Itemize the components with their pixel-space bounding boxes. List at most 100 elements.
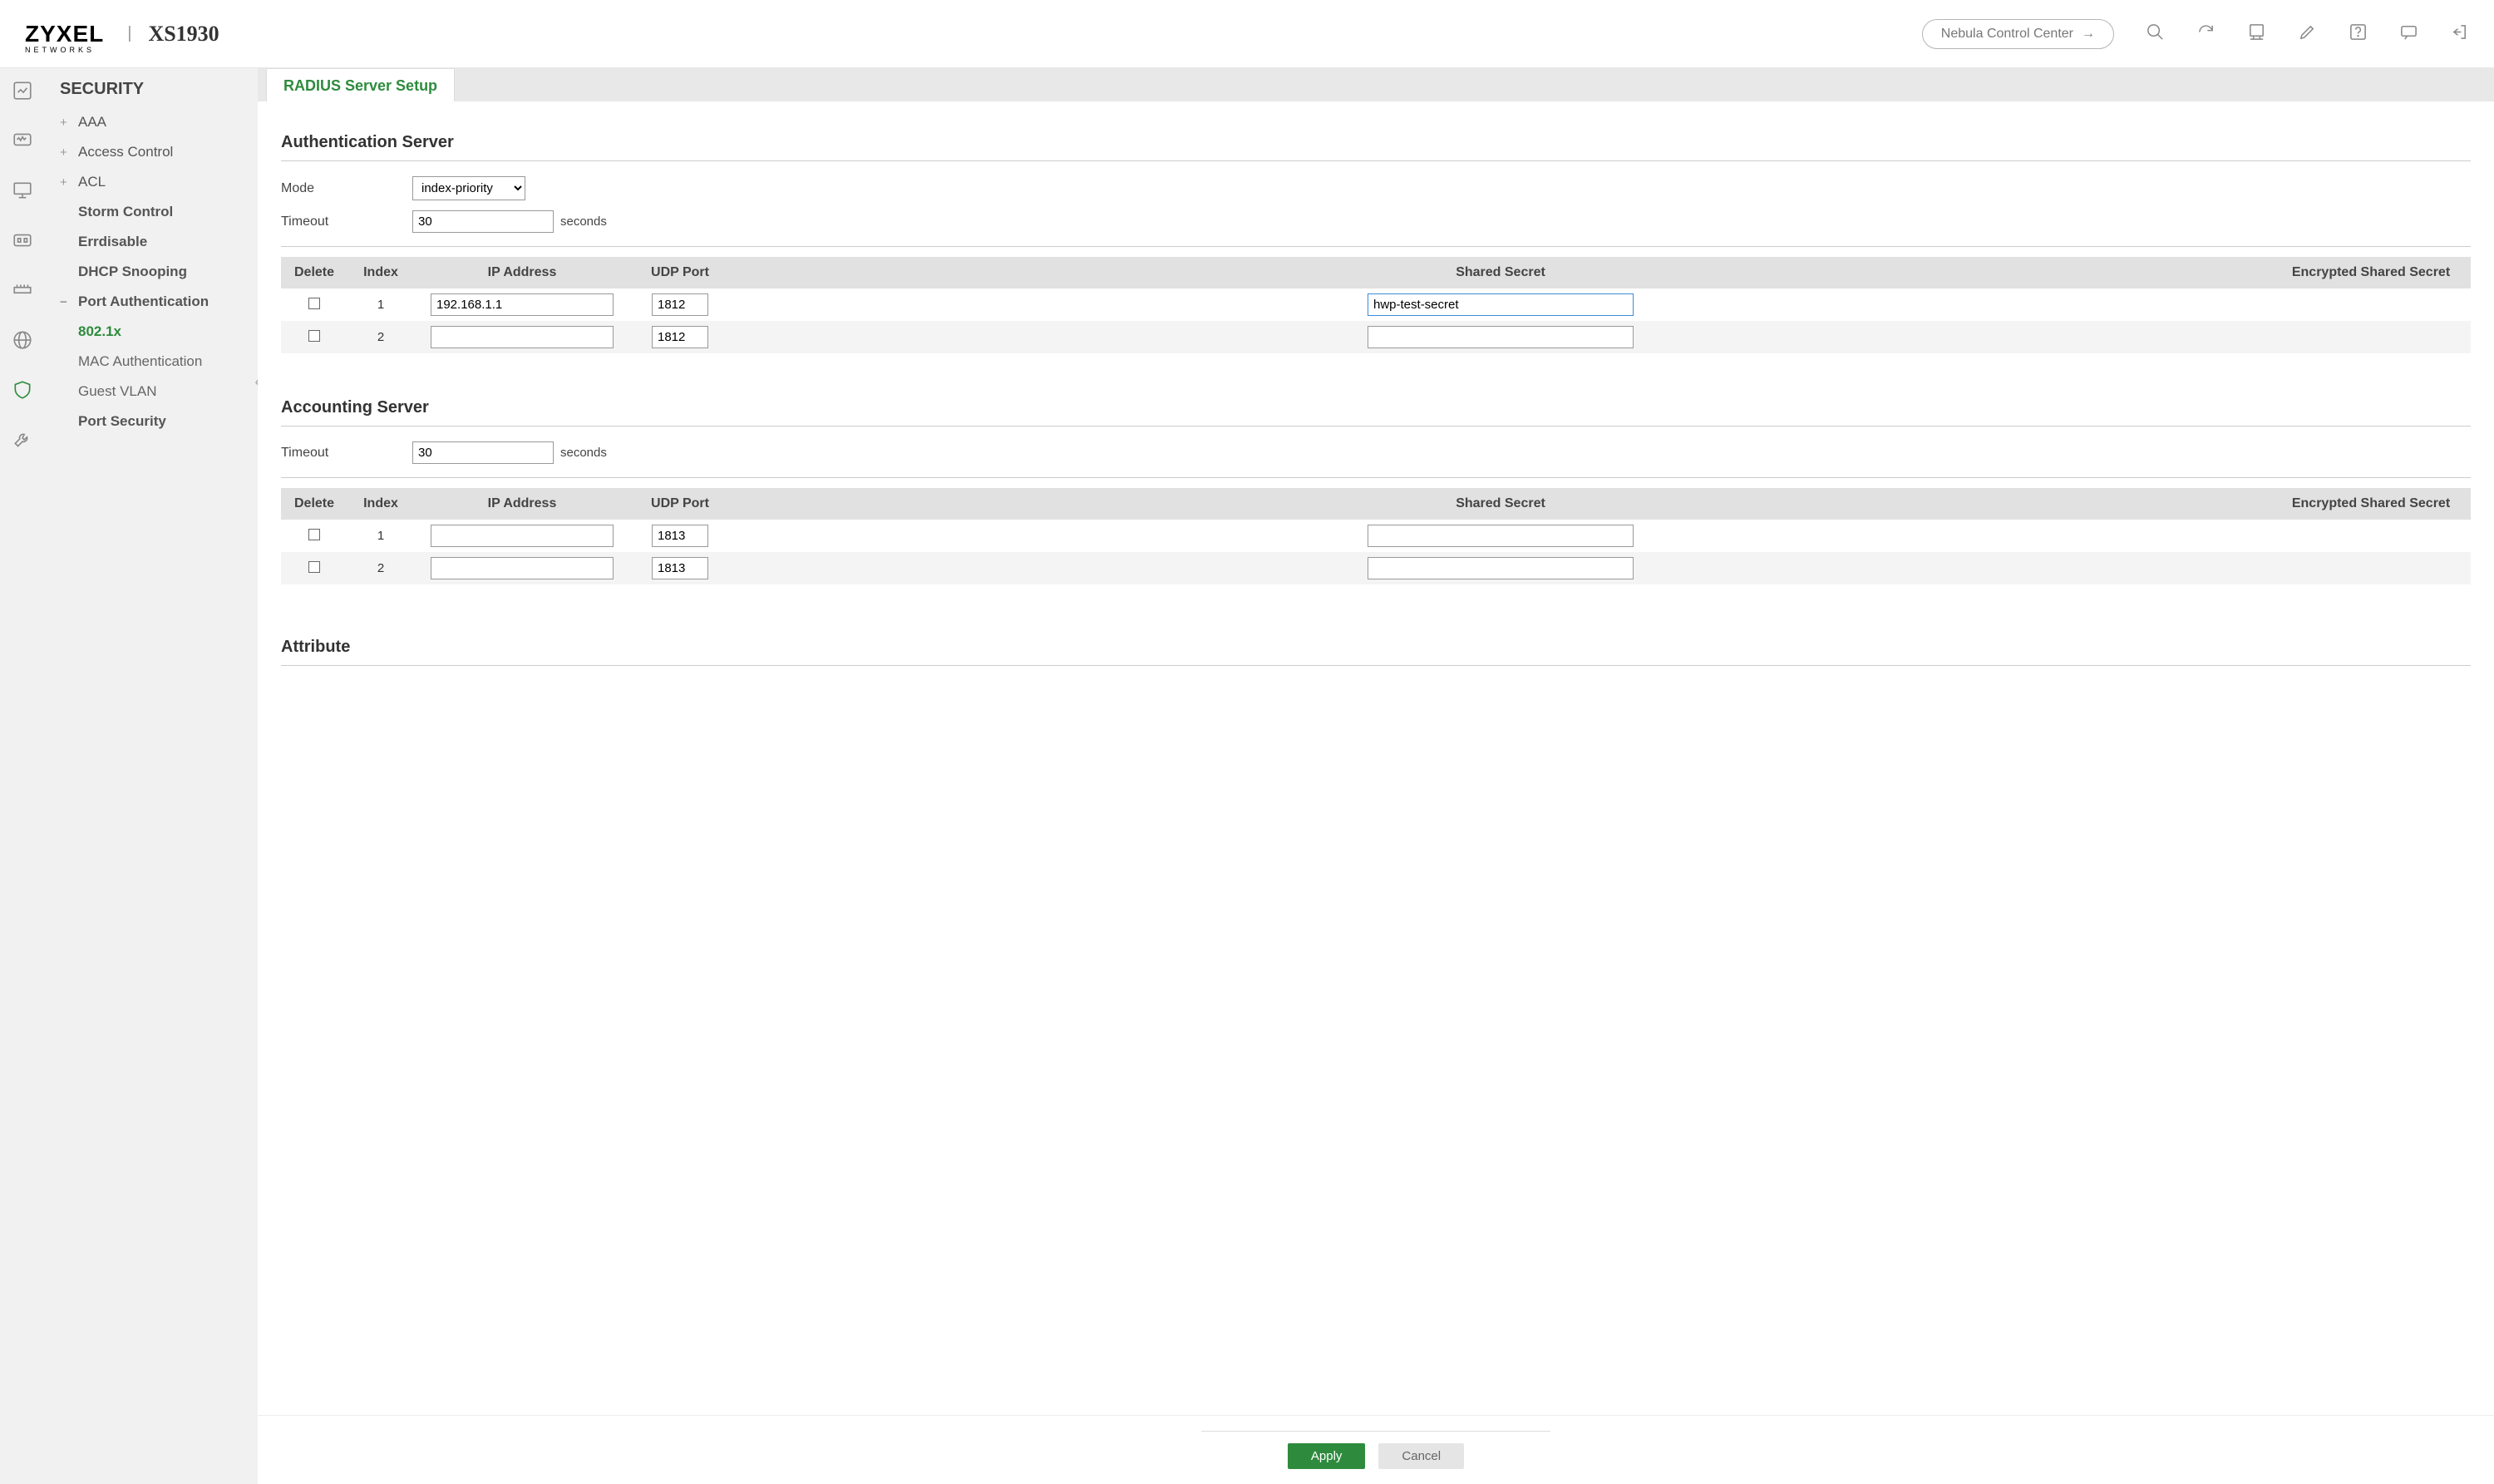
tab-radius-server-setup[interactable]: RADIUS Server Setup bbox=[266, 68, 455, 101]
arrow-right-icon: → bbox=[2082, 27, 2095, 42]
content-area: RADIUS Server Setup Authentication Serve… bbox=[258, 68, 2494, 1484]
auth-timeout-label: Timeout bbox=[281, 214, 412, 229]
secret-input[interactable] bbox=[1368, 293, 1634, 316]
col-port: UDP Port bbox=[630, 257, 730, 288]
apply-button[interactable]: Apply bbox=[1288, 1443, 1366, 1469]
col-enc: Encrypted Shared Secret bbox=[2271, 257, 2471, 288]
index-cell: 2 bbox=[347, 552, 414, 584]
col-secret: Shared Secret bbox=[730, 488, 2271, 520]
delete-checkbox[interactable] bbox=[308, 330, 320, 342]
secret-input[interactable] bbox=[1368, 326, 1634, 348]
col-index: Index bbox=[347, 488, 414, 520]
dashboard-icon[interactable] bbox=[12, 80, 33, 105]
maintenance-icon[interactable] bbox=[12, 429, 33, 454]
search-icon[interactable] bbox=[2146, 22, 2165, 45]
attr-section-title: Attribute bbox=[281, 626, 2471, 666]
sidebar-item-label: Errdisable bbox=[78, 234, 147, 250]
edit-icon[interactable] bbox=[2298, 22, 2317, 45]
enc-secret-cell bbox=[2271, 288, 2471, 321]
sidebar-item-storm-control[interactable]: Storm Control bbox=[45, 197, 258, 227]
sidebar-item-label: MAC Authentication bbox=[78, 353, 202, 370]
table-row: 1 bbox=[281, 288, 2471, 321]
port-input[interactable] bbox=[652, 293, 708, 316]
monitor-icon[interactable] bbox=[12, 130, 33, 155]
sidebar-item-label: AAA bbox=[78, 114, 106, 131]
logout-icon[interactable] bbox=[2450, 22, 2469, 45]
header: ZYXEL NETWORKS | XS1930 Nebula Control C… bbox=[0, 0, 2494, 68]
auth-timeout-unit: seconds bbox=[560, 214, 607, 229]
sidebar-item-802-1x[interactable]: 802.1x bbox=[45, 317, 258, 347]
delete-checkbox[interactable] bbox=[308, 529, 320, 540]
sidebar-item-acl[interactable]: ACL bbox=[45, 167, 258, 197]
footer-bar: Apply Cancel bbox=[258, 1415, 2494, 1484]
sidebar-title: SECURITY bbox=[45, 80, 258, 107]
index-cell: 1 bbox=[347, 288, 414, 321]
acct-section-title: Accounting Server bbox=[281, 387, 2471, 426]
index-cell: 2 bbox=[347, 321, 414, 353]
ip-input[interactable] bbox=[431, 557, 614, 579]
auth-timeout-input[interactable] bbox=[412, 210, 554, 233]
port-input[interactable] bbox=[652, 326, 708, 348]
sidebar-item-label: DHCP Snooping bbox=[78, 264, 187, 280]
forum-icon[interactable] bbox=[2399, 22, 2418, 45]
port-icon[interactable] bbox=[12, 229, 33, 254]
auth-server-table: Delete Index IP Address UDP Port Shared … bbox=[281, 257, 2471, 353]
switching-icon[interactable] bbox=[12, 279, 33, 304]
cancel-button[interactable]: Cancel bbox=[1378, 1443, 1464, 1469]
col-ip: IP Address bbox=[414, 257, 630, 288]
port-input[interactable] bbox=[652, 525, 708, 547]
sidebar-item-dhcp-snooping[interactable]: DHCP Snooping bbox=[45, 257, 258, 287]
sidebar-item-mac-authentication[interactable]: MAC Authentication bbox=[45, 347, 258, 377]
enc-secret-cell bbox=[2271, 520, 2471, 552]
delete-checkbox[interactable] bbox=[308, 298, 320, 309]
sidebar-item-label: Access Control bbox=[78, 144, 173, 160]
enc-secret-cell bbox=[2271, 321, 2471, 353]
tabbar: RADIUS Server Setup bbox=[258, 68, 2494, 101]
auth-section-title: Authentication Server bbox=[281, 121, 2471, 161]
acct-timeout-input[interactable] bbox=[412, 441, 554, 464]
sidebar-item-aaa[interactable]: AAA bbox=[45, 107, 258, 137]
sidebar-item-label: ACL bbox=[78, 174, 106, 190]
ip-input[interactable] bbox=[431, 293, 614, 316]
help-icon[interactable] bbox=[2349, 22, 2368, 45]
sidebar-item-label: Port Authentication bbox=[78, 293, 209, 310]
ip-input[interactable] bbox=[431, 326, 614, 348]
col-delete: Delete bbox=[281, 488, 347, 520]
sidebar-item-errdisable[interactable]: Errdisable bbox=[45, 227, 258, 257]
table-row: 2 bbox=[281, 321, 2471, 353]
enc-secret-cell bbox=[2271, 552, 2471, 584]
table-row: 2 bbox=[281, 552, 2471, 584]
secret-input[interactable] bbox=[1368, 557, 1634, 579]
col-index: Index bbox=[347, 257, 414, 288]
brand-name: ZYXEL bbox=[25, 21, 104, 47]
col-secret: Shared Secret bbox=[730, 257, 2271, 288]
save-icon[interactable] bbox=[2247, 22, 2266, 45]
system-icon[interactable] bbox=[12, 180, 33, 205]
port-input[interactable] bbox=[652, 557, 708, 579]
sidebar-item-port-security[interactable]: Port Security bbox=[45, 407, 258, 436]
col-port: UDP Port bbox=[630, 488, 730, 520]
col-ip: IP Address bbox=[414, 488, 630, 520]
sidebar-item-port-authentication[interactable]: Port Authentication bbox=[45, 287, 258, 317]
secret-input[interactable] bbox=[1368, 525, 1634, 547]
refresh-icon[interactable] bbox=[2196, 22, 2216, 45]
security-icon[interactable] bbox=[12, 379, 33, 404]
mode-select[interactable]: index-priority bbox=[412, 176, 525, 200]
ip-input[interactable] bbox=[431, 525, 614, 547]
sidebar-item-label: Port Security bbox=[78, 413, 166, 430]
col-enc: Encrypted Shared Secret bbox=[2271, 488, 2471, 520]
table-row: 1 bbox=[281, 520, 2471, 552]
brand-sub: NETWORKS bbox=[25, 46, 95, 54]
header-divider: | bbox=[127, 24, 131, 43]
acct-timeout-label: Timeout bbox=[281, 446, 412, 461]
delete-checkbox[interactable] bbox=[308, 561, 320, 573]
sidebar-item-label: Guest VLAN bbox=[78, 383, 157, 400]
sidebar: SECURITY AAA Access Control ACL Storm Contr… bbox=[45, 68, 258, 1484]
index-cell: 1 bbox=[347, 520, 414, 552]
icon-rail bbox=[0, 68, 45, 1484]
sidebar-item-guest-vlan[interactable]: Guest VLAN bbox=[45, 377, 258, 407]
sidebar-item-access-control[interactable]: Access Control bbox=[45, 137, 258, 167]
nebula-control-center-button[interactable]: Nebula Control Center → bbox=[1922, 19, 2114, 49]
sidebar-item-label: Storm Control bbox=[78, 204, 173, 220]
network-icon[interactable] bbox=[12, 329, 33, 354]
